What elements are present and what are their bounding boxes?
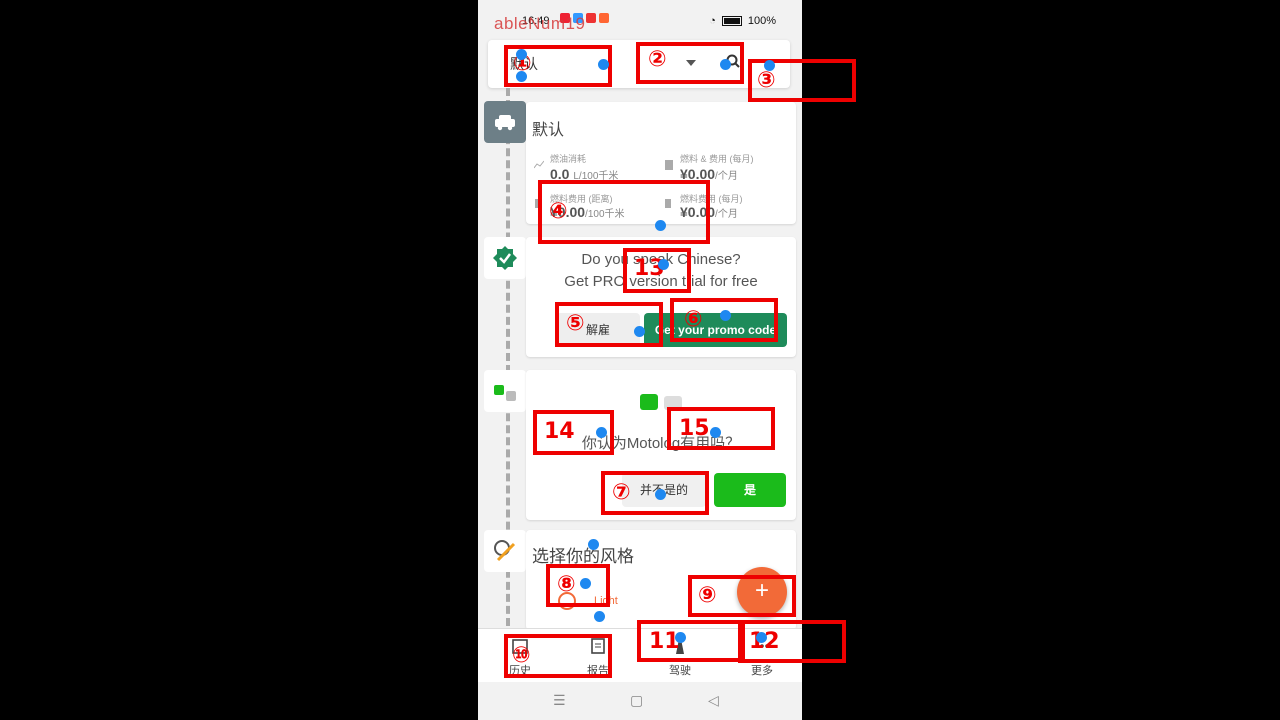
card-title: 默认 bbox=[532, 122, 565, 139]
car-icon bbox=[484, 101, 526, 143]
stat-label: 燃料 & 费用 (每月) bbox=[680, 154, 754, 164]
touch-point-dot bbox=[675, 632, 686, 643]
marker-label-14: 14 bbox=[544, 419, 575, 444]
system-navigation-bar: ☰ ▢ ◁ bbox=[478, 682, 802, 720]
back-button[interactable]: ◁ bbox=[708, 692, 719, 709]
marker-label-7: ⑦ bbox=[612, 480, 631, 505]
marker-label-10: ⑩ bbox=[512, 643, 531, 668]
verified-badge-icon bbox=[484, 237, 526, 279]
home-button[interactable]: ▢ bbox=[630, 692, 643, 709]
touch-point-dot bbox=[720, 310, 731, 321]
status-right: ◔ 100% bbox=[709, 15, 776, 27]
marker-label-4: ④ bbox=[549, 199, 568, 224]
touch-point-dot bbox=[594, 611, 605, 622]
marker-label-2: ② bbox=[648, 47, 667, 72]
touch-point-dot bbox=[710, 427, 721, 438]
stat-label: 燃油消耗 bbox=[550, 154, 587, 164]
touch-point-dot bbox=[634, 326, 645, 337]
touch-point-dot bbox=[516, 49, 527, 60]
touch-point-dot bbox=[658, 259, 669, 270]
marker-label-3: ③ bbox=[757, 68, 776, 93]
receipt-icon bbox=[665, 160, 673, 170]
touch-point-dot bbox=[655, 489, 666, 500]
app-notification-icon bbox=[586, 13, 596, 23]
touch-point-dot bbox=[588, 539, 599, 550]
marker-label-11: 11 bbox=[649, 629, 680, 654]
marker-label-8: ⑧ bbox=[557, 572, 576, 597]
app-notification-icon bbox=[599, 13, 609, 23]
touch-point-dot bbox=[596, 427, 607, 438]
thumbs-icon bbox=[484, 370, 526, 412]
trend-icon bbox=[534, 160, 544, 169]
yes-button[interactable]: 是 bbox=[714, 473, 786, 507]
overlay-label: ableNum19 bbox=[494, 14, 586, 33]
touch-point-dot bbox=[516, 71, 527, 82]
nav-label: 驾驶 bbox=[669, 665, 691, 677]
touch-point-dot bbox=[756, 632, 767, 643]
nav-label: 更多 bbox=[751, 665, 773, 677]
touch-point-dot bbox=[598, 59, 609, 70]
battery-icon bbox=[721, 16, 742, 26]
touch-point-dot bbox=[720, 59, 731, 70]
marker-label-5: ⑤ bbox=[566, 311, 585, 336]
battery-level: 100% bbox=[747, 15, 776, 27]
wifi-icon: ◔ bbox=[709, 15, 716, 27]
marker-box-8 bbox=[546, 564, 610, 607]
touch-point-dot bbox=[655, 220, 666, 231]
marker-label-15: 15 bbox=[679, 416, 710, 441]
style-theme-icon bbox=[484, 530, 526, 572]
touch-point-dot bbox=[764, 60, 775, 71]
touch-point-dot bbox=[580, 578, 591, 589]
marker-label-6: ⑥ bbox=[684, 307, 703, 332]
menu-button[interactable]: ☰ bbox=[553, 692, 566, 709]
marker-label-9: ⑨ bbox=[698, 583, 717, 608]
